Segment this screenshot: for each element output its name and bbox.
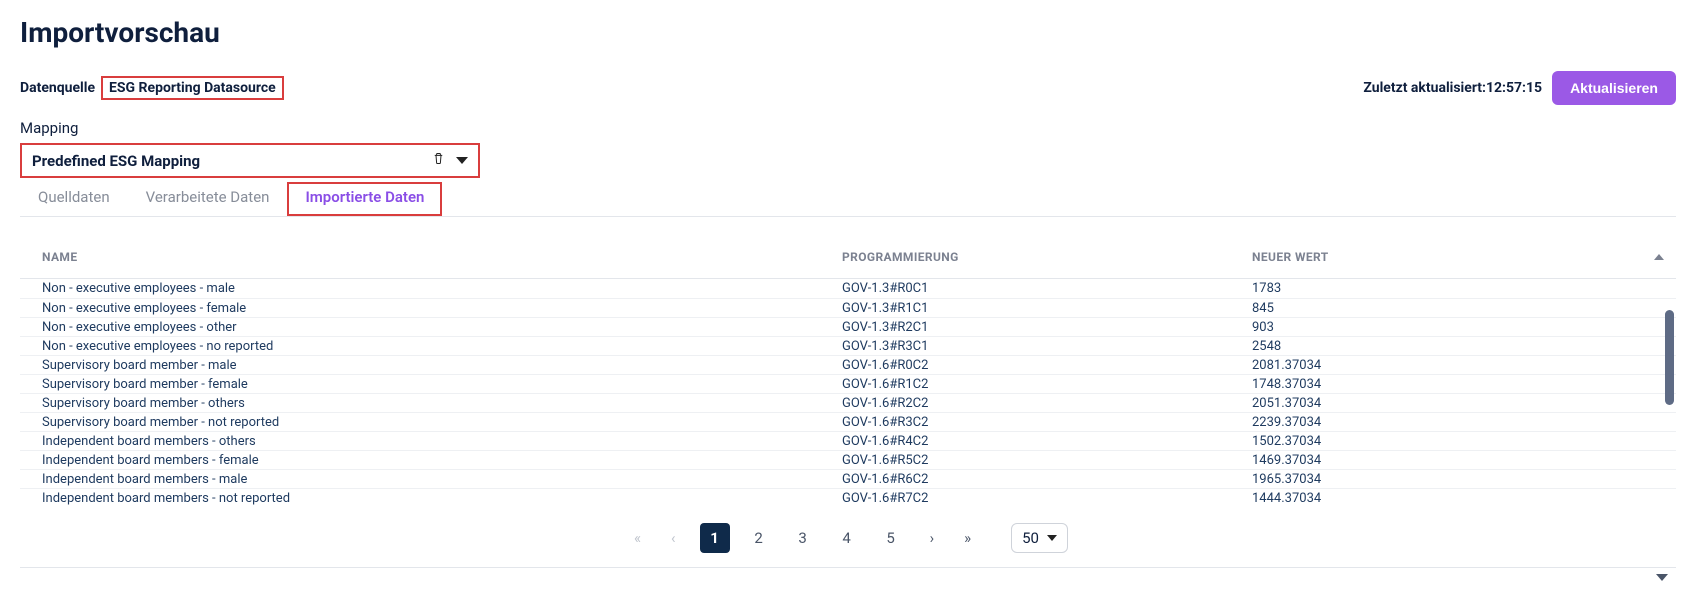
page-3[interactable]: 3 (788, 523, 818, 553)
cell-value: 1469.37034 (1252, 453, 1644, 468)
cell-name: Non - executive employees - female (42, 301, 842, 316)
cell-value: 1444.37034 (1252, 491, 1644, 506)
sort-indicator[interactable] (1644, 254, 1664, 260)
cell-value: 903 (1252, 320, 1644, 335)
cell-prog: GOV-1.6#R0C2 (842, 358, 1252, 373)
page-5[interactable]: 5 (876, 523, 906, 553)
table-row[interactable]: Independent board members - not reported… (20, 488, 1676, 507)
col-programmierung[interactable]: PROGRAMMIERUNG (842, 250, 1252, 264)
refresh-button[interactable]: Aktualisieren (1552, 71, 1676, 105)
cell-name: Supervisory board member - male (42, 358, 842, 373)
cell-name: Supervisory board member - others (42, 396, 842, 411)
last-updated-label: Zuletzt aktualisiert: (1363, 80, 1486, 96)
table-row[interactable]: Independent board members - othersGOV-1.… (20, 431, 1676, 450)
datasource-row: Datenquelle ESG Reporting Datasource (20, 76, 284, 100)
page-title: Importvorschau (20, 16, 1676, 49)
scrollbar-thumb[interactable] (1665, 310, 1674, 405)
page-2[interactable]: 2 (744, 523, 774, 553)
cell-value: 1502.37034 (1252, 434, 1644, 449)
table-row[interactable]: Non - executive employees - otherGOV-1.3… (20, 317, 1676, 336)
page-size-value: 50 (1022, 529, 1039, 547)
cell-name: Non - executive employees - male (42, 281, 842, 296)
cell-prog: GOV-1.6#R5C2 (842, 453, 1252, 468)
page-next[interactable]: › (924, 525, 941, 551)
cell-prog: GOV-1.6#R3C2 (842, 415, 1252, 430)
tab-importierte-daten[interactable]: Importierte Daten (287, 182, 442, 216)
table-row[interactable]: Non - executive employees - maleGOV-1.3#… (20, 279, 1676, 298)
tab-quelldaten[interactable]: Quelldaten (20, 182, 128, 216)
mapping-selected-value: Predefined ESG Mapping (32, 152, 200, 170)
page-1[interactable]: 1 (700, 523, 730, 553)
col-neuer-wert[interactable]: NEUER WERT (1252, 250, 1644, 264)
chevron-down-icon[interactable] (456, 157, 468, 164)
mapping-select[interactable]: Predefined ESG Mapping (20, 143, 480, 178)
table-row[interactable]: Independent board members - maleGOV-1.6#… (20, 469, 1676, 488)
cell-prog: GOV-1.6#R7C2 (842, 491, 1252, 506)
table-row[interactable]: Non - executive employees - no reportedG… (20, 336, 1676, 355)
page-first[interactable]: « (628, 525, 647, 551)
cell-value: 845 (1252, 301, 1644, 316)
cell-value: 1783 (1252, 281, 1644, 296)
datasource-value[interactable]: ESG Reporting Datasource (101, 76, 284, 100)
page-last[interactable]: » (958, 525, 977, 551)
cell-name: Independent board members - female (42, 453, 842, 468)
cell-prog: GOV-1.6#R4C2 (842, 434, 1252, 449)
tabs: QuelldatenVerarbeitete DatenImportierte … (20, 182, 1676, 217)
cell-prog: GOV-1.3#R3C1 (842, 339, 1252, 354)
cell-prog: GOV-1.3#R0C1 (842, 281, 1252, 296)
cell-name: Independent board members - others (42, 434, 842, 449)
cell-prog: GOV-1.6#R2C2 (842, 396, 1252, 411)
topbar-right: Zuletzt aktualisiert:12:57:15 Aktualisie… (1363, 71, 1676, 105)
table-row[interactable]: Supervisory board member - not reportedG… (20, 412, 1676, 431)
cell-prog: GOV-1.6#R1C2 (842, 377, 1252, 392)
table-row[interactable]: Supervisory board member - femaleGOV-1.6… (20, 374, 1676, 393)
cell-name: Non - executive employees - other (42, 320, 842, 335)
cell-value: 2239.37034 (1252, 415, 1644, 430)
table-header-row: NAME PROGRAMMIERUNG NEUER WERT (20, 235, 1676, 279)
table-row[interactable]: Supervisory board member - maleGOV-1.6#R… (20, 355, 1676, 374)
table-row[interactable]: Supervisory board member - othersGOV-1.6… (20, 393, 1676, 412)
cell-prog: GOV-1.3#R2C1 (842, 320, 1252, 335)
table-row[interactable]: Non - executive employees - femaleGOV-1.… (20, 298, 1676, 317)
cell-prog: GOV-1.6#R6C2 (842, 472, 1252, 487)
top-bar: Datenquelle ESG Reporting Datasource Zul… (20, 71, 1676, 105)
cell-prog: GOV-1.3#R1C1 (842, 301, 1252, 316)
cell-name: Supervisory board member - female (42, 377, 842, 392)
tab-verarbeitete-daten[interactable]: Verarbeitete Daten (128, 182, 288, 216)
cell-value: 2051.37034 (1252, 396, 1644, 411)
last-updated: Zuletzt aktualisiert:12:57:15 (1363, 80, 1542, 96)
chevron-down-icon[interactable] (1656, 574, 1668, 581)
cell-value: 2081.37034 (1252, 358, 1644, 373)
trash-icon[interactable] (431, 151, 446, 170)
page-4[interactable]: 4 (832, 523, 862, 553)
cell-value: 2548 (1252, 339, 1644, 354)
col-name[interactable]: NAME (42, 250, 842, 264)
cell-value: 1965.37034 (1252, 472, 1644, 487)
footer-divider (20, 567, 1676, 589)
cell-value: 1748.37034 (1252, 377, 1644, 392)
page-size-select[interactable]: 50 (1011, 523, 1068, 553)
last-updated-time: 12:57:15 (1486, 80, 1542, 96)
sort-ascending-icon (1654, 254, 1664, 260)
cell-name: Supervisory board member - not reported (42, 415, 842, 430)
datasource-label: Datenquelle (20, 80, 95, 96)
table-body: Non - executive employees - maleGOV-1.3#… (20, 279, 1676, 507)
page-prev[interactable]: ‹ (665, 525, 682, 551)
pagination: « ‹ 12345 › » 50 (20, 523, 1676, 553)
chevron-down-icon (1047, 535, 1057, 541)
data-table: NAME PROGRAMMIERUNG NEUER WERT Non - exe… (20, 235, 1676, 507)
table-row[interactable]: Independent board members - femaleGOV-1.… (20, 450, 1676, 469)
mapping-label: Mapping (20, 119, 1676, 137)
cell-name: Non - executive employees - no reported (42, 339, 842, 354)
cell-name: Independent board members - not reported (42, 491, 842, 506)
cell-name: Independent board members - male (42, 472, 842, 487)
